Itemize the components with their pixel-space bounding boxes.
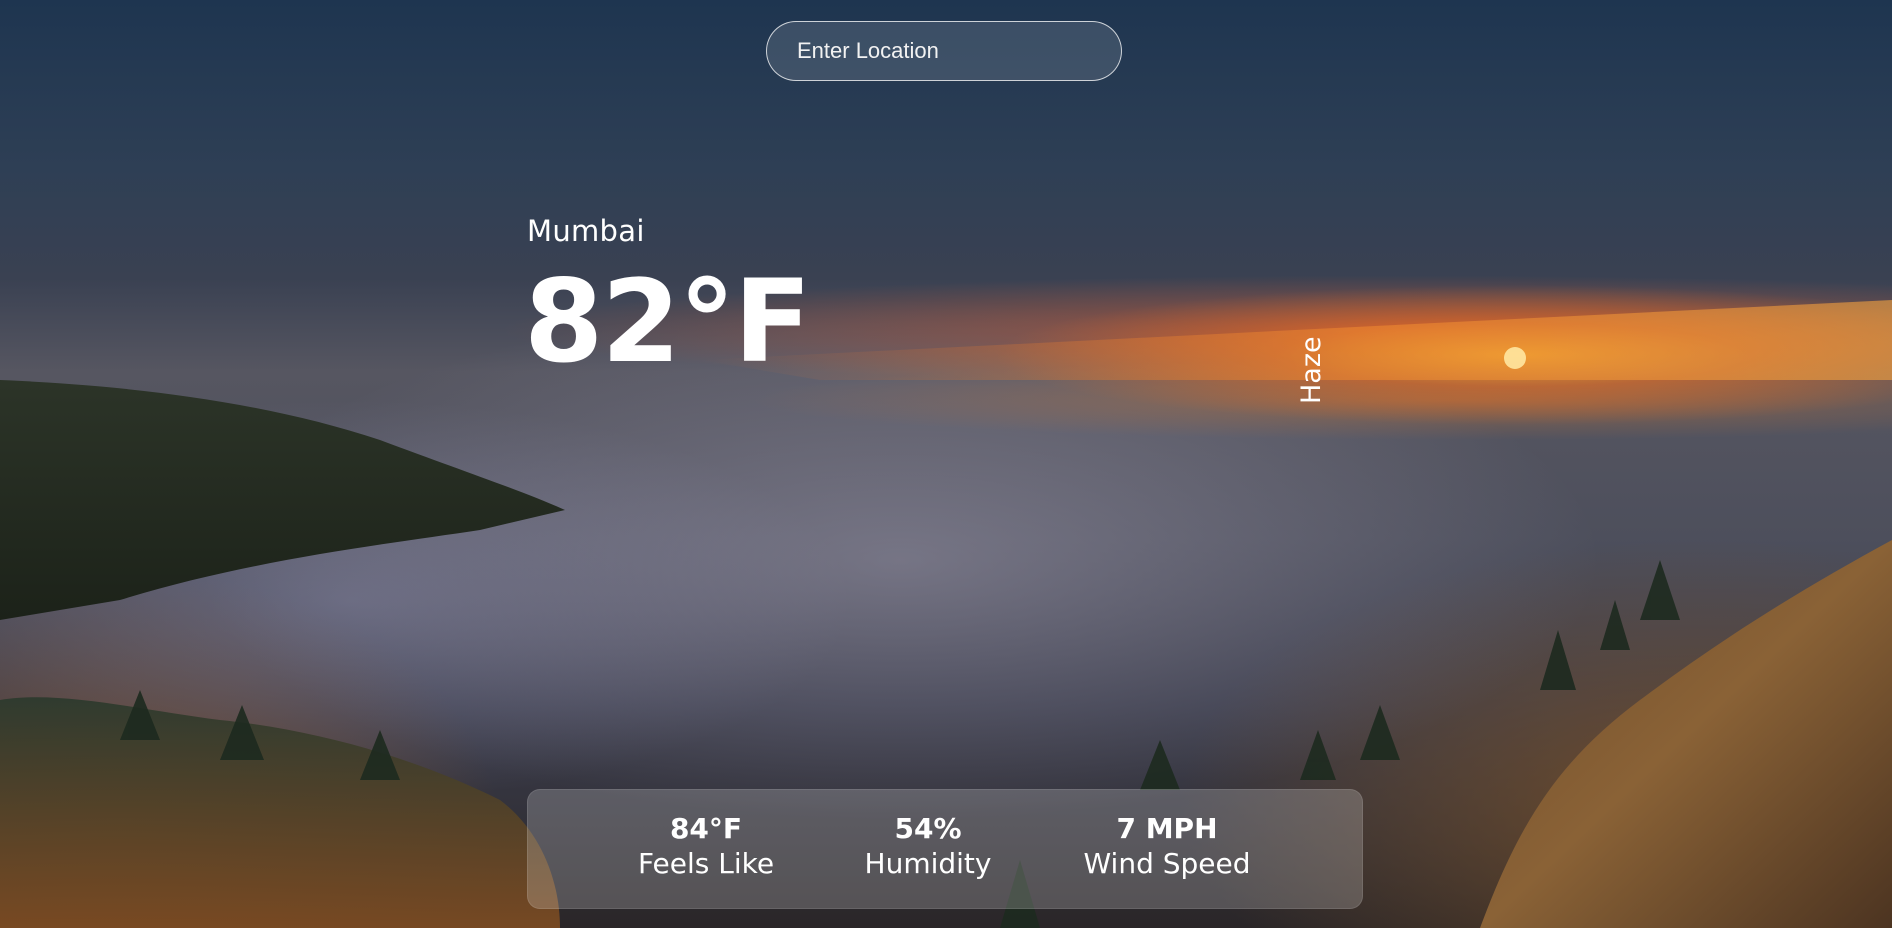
wind-speed-label: Wind Speed <box>1083 846 1251 880</box>
feels-like-stat: 84°F Feels Like <box>638 812 774 882</box>
weather-stats-panel: 84°F Feels Like 54% Humidity 7 MPH Wind … <box>527 789 1363 909</box>
feels-like-value: 84°F <box>669 812 743 845</box>
weather-condition-label: Haze <box>1296 336 1327 404</box>
current-temperature: 82°F <box>524 255 812 388</box>
location-search <box>766 21 1122 81</box>
humidity-value: 54% <box>894 812 962 845</box>
location-search-input[interactable] <box>766 21 1122 81</box>
humidity-label: Humidity <box>864 846 992 880</box>
weather-app: Mumbai 82°F Haze 84°F Feels Like 54% Hum… <box>0 0 1892 928</box>
feels-like-label: Feels Like <box>637 846 775 880</box>
wind-speed-stat: 7 MPH Wind Speed <box>1083 812 1250 882</box>
city-name: Mumbai <box>527 214 645 248</box>
wind-speed-value: 7 MPH <box>1116 812 1218 845</box>
humidity-stat: 54% Humidity <box>865 812 992 882</box>
